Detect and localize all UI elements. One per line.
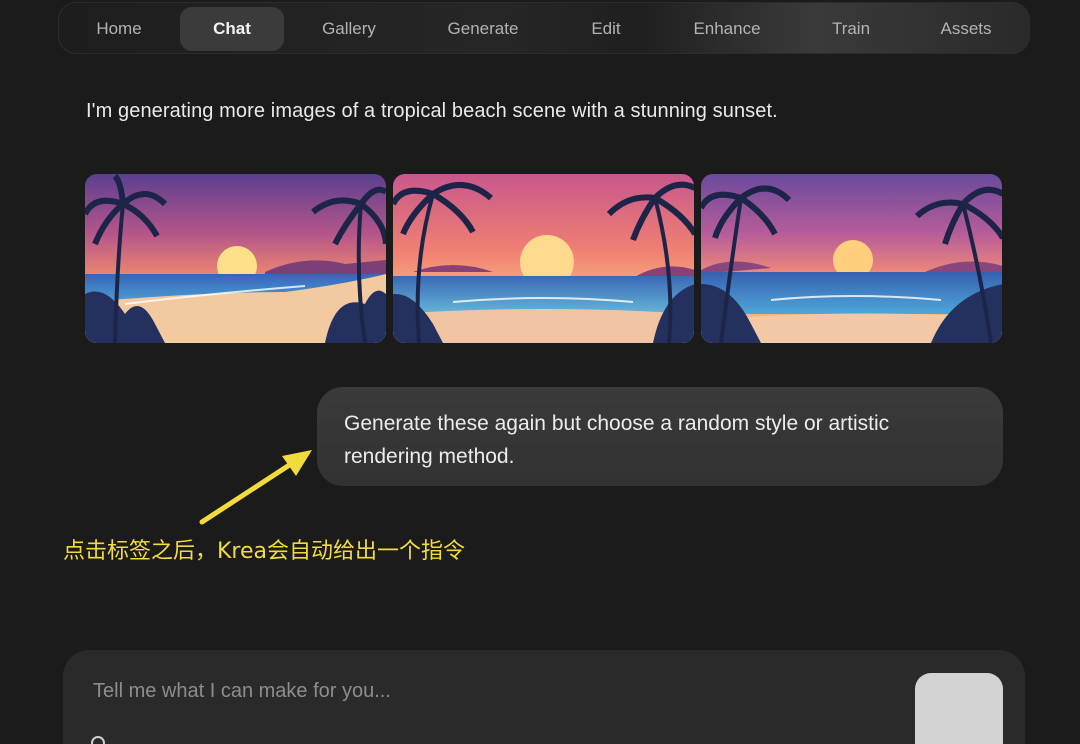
beach-sunset-image-3[interactable]: [701, 174, 1002, 343]
tab-generate[interactable]: Generate: [427, 7, 539, 51]
send-button[interactable]: [915, 673, 1003, 744]
tab-home[interactable]: Home: [73, 7, 165, 51]
tab-assets[interactable]: Assets: [919, 7, 1013, 51]
annotation-text: 点击标签之后，Krea会自动给出一个指令: [63, 539, 466, 564]
chat-page: Home Chat Gallery Generate Edit Enhance …: [0, 0, 1080, 744]
annotation-arrow-icon: [199, 450, 312, 525]
prompt-input[interactable]: [91, 672, 895, 710]
tab-edit[interactable]: Edit: [571, 7, 641, 51]
beach-sunset-image-1[interactable]: [85, 174, 386, 343]
user-message-text: Generate these again but choose a random…: [344, 412, 890, 468]
generated-images: [85, 174, 1003, 343]
composer: [63, 650, 1025, 744]
assistant-message: I'm generating more images of a tropical…: [86, 100, 778, 122]
user-message-bubble: Generate these again but choose a random…: [317, 387, 1003, 486]
tab-enhance[interactable]: Enhance: [673, 7, 781, 51]
circle-icon[interactable]: [91, 736, 105, 744]
beach-sunset-image-2[interactable]: [393, 174, 694, 343]
top-nav: Home Chat Gallery Generate Edit Enhance …: [58, 2, 1030, 54]
tab-chat[interactable]: Chat: [180, 7, 284, 51]
tab-train[interactable]: Train: [813, 7, 889, 51]
tab-gallery[interactable]: Gallery: [301, 7, 397, 51]
